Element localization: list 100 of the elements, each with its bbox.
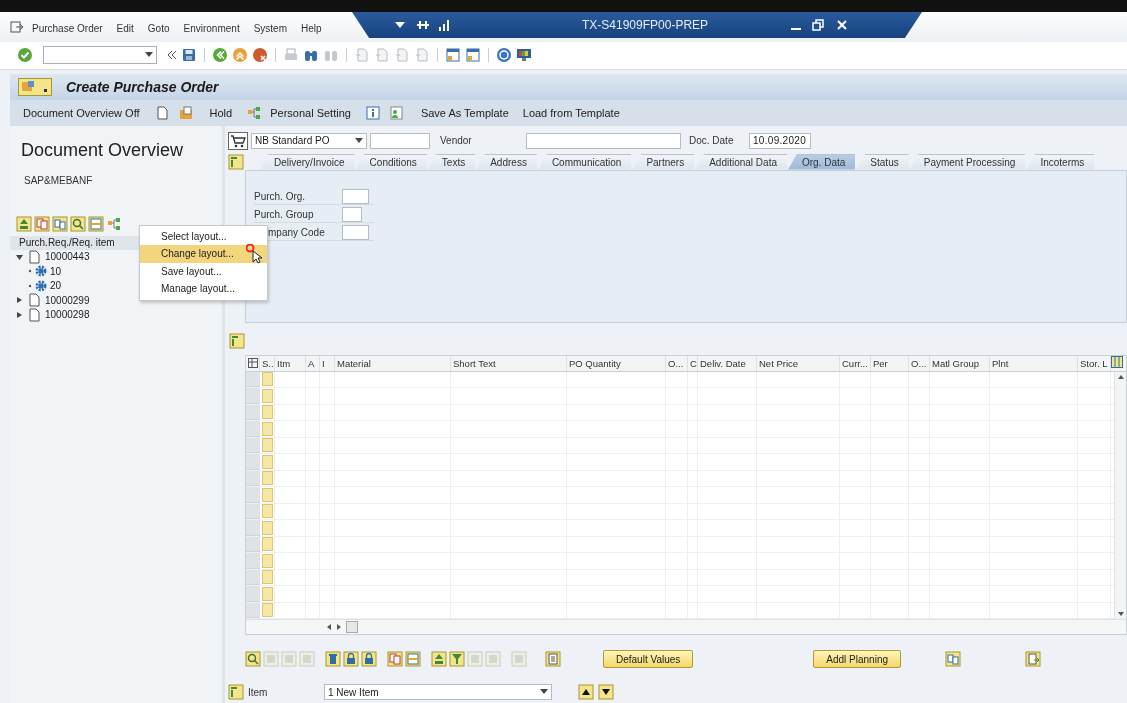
toolbar-button[interactable]: Hold	[209, 106, 233, 119]
scroll-left-icon[interactable]	[326, 623, 332, 631]
hierarchy-icon[interactable]	[246, 104, 263, 121]
tab[interactable]: Texts	[427, 153, 476, 170]
tree-node-label[interactable]: 10	[50, 265, 62, 277]
dropdown-icon[interactable]	[394, 19, 406, 30]
tab[interactable]: Delivery/Invoice	[260, 153, 355, 170]
column-header[interactable]: Purch.Req./Req. item	[10, 235, 140, 250]
tab[interactable]: Additional Data	[695, 153, 787, 170]
input-field[interactable]	[342, 188, 369, 204]
folder-icon[interactable]	[177, 104, 194, 121]
column-header[interactable]: O...	[666, 355, 688, 371]
trash-icon[interactable]	[325, 651, 341, 667]
cancel-icon[interactable]	[252, 47, 268, 64]
push-button[interactable]: Default Values	[603, 650, 694, 668]
menu-item[interactable]: Goto	[147, 19, 170, 35]
tab[interactable]: Org. Data	[788, 153, 856, 170]
menu-item[interactable]: Purchase Order	[32, 19, 103, 35]
table-cell[interactable]	[261, 603, 273, 618]
horizontal-scrollbar[interactable]	[246, 619, 1126, 634]
filter-icon[interactable]	[449, 651, 465, 667]
table-settings-icon[interactable]	[248, 358, 258, 368]
table-cell[interactable]	[261, 537, 273, 552]
column-header[interactable]: S..	[260, 355, 275, 371]
column-header[interactable]: Deliv. Date	[698, 355, 757, 371]
scroll-down-icon[interactable]	[1116, 611, 1125, 617]
menu-item[interactable]: Environment	[183, 19, 240, 35]
tree-node-label[interactable]: 10000443	[45, 251, 90, 263]
date-field[interactable]: 10.09.2020	[749, 132, 811, 149]
page-icon[interactable]	[414, 47, 430, 64]
copy-icon[interactable]	[387, 651, 403, 667]
page-icon[interactable]	[394, 47, 410, 64]
close-icon[interactable]	[836, 18, 848, 31]
caret-icon[interactable]	[145, 52, 153, 59]
table-cell[interactable]	[261, 487, 273, 502]
menu-item[interactable]: Edit	[116, 19, 134, 35]
table-cell[interactable]	[261, 405, 273, 420]
page-icon[interactable]	[354, 47, 370, 64]
save-icon[interactable]	[181, 47, 197, 64]
table-cell[interactable]	[261, 570, 273, 585]
caret-icon[interactable]	[540, 689, 548, 695]
tab[interactable]: Payment Processing	[909, 153, 1026, 170]
menu-item[interactable]: Select layout...	[140, 227, 267, 245]
table-cell[interactable]	[261, 454, 273, 469]
column-header[interactable]: Material	[335, 355, 451, 371]
order-number-field[interactable]	[370, 132, 430, 149]
list-icon[interactable]	[545, 651, 561, 667]
column-header[interactable]: O...	[909, 355, 930, 371]
scroll-right-icon[interactable]	[336, 623, 342, 631]
sort-icon[interactable]	[16, 215, 32, 232]
tab[interactable]: Conditions	[355, 153, 427, 170]
input-field[interactable]	[342, 224, 369, 240]
info-icon[interactable]	[364, 104, 381, 121]
tab[interactable]: Partners	[632, 153, 695, 170]
page-icon[interactable]	[374, 47, 390, 64]
zoom-icon[interactable]	[70, 215, 86, 232]
toolbar-button[interactable]: Document Overview Off	[23, 106, 140, 119]
input-field[interactable]	[342, 206, 362, 222]
lock-icon[interactable]	[361, 651, 377, 667]
menu-item[interactable]: Save layout...	[140, 262, 267, 280]
tab[interactable]: Communication	[537, 153, 632, 170]
caret-icon[interactable]	[355, 137, 363, 144]
check-icon[interactable]	[17, 47, 33, 64]
cart-icon[interactable]	[228, 131, 248, 150]
push-button[interactable]: Addl Planning	[813, 650, 901, 668]
window-icon[interactable]	[465, 47, 481, 64]
link-icon[interactable]	[945, 651, 961, 667]
layout-icon[interactable]	[1111, 355, 1123, 368]
double-chevron-icon[interactable]	[167, 50, 177, 61]
menu-item[interactable]: Help	[301, 19, 322, 35]
tree-node-label[interactable]: 20	[50, 280, 62, 292]
menu-item[interactable]: Manage layout...	[140, 280, 267, 298]
column-header[interactable]: Matl Group	[930, 355, 990, 371]
link-icon[interactable]	[52, 215, 68, 232]
hierarchy-icon[interactable]	[106, 215, 122, 232]
column-header[interactable]: Net Price	[757, 355, 840, 371]
table-cell[interactable]	[261, 504, 273, 519]
back-icon[interactable]	[212, 47, 228, 64]
table-cell[interactable]	[261, 471, 273, 486]
command-field[interactable]	[43, 46, 157, 65]
export-icon[interactable]	[1025, 651, 1041, 667]
tab[interactable]: Status	[856, 153, 909, 170]
table-icon[interactable]	[405, 651, 421, 667]
tree-node-label[interactable]: 10000299	[45, 294, 90, 306]
copy-icon[interactable]	[34, 215, 50, 232]
column-header[interactable]: Itm	[275, 355, 306, 371]
panel-icon[interactable]	[228, 684, 244, 700]
toolbar-button[interactable]: Save As Template	[420, 106, 509, 119]
column-header[interactable]: C	[688, 355, 698, 371]
table-cell[interactable]	[261, 421, 273, 436]
help-icon[interactable]	[496, 47, 512, 64]
order-type-dropdown[interactable]: NB Standard PO	[251, 132, 367, 149]
table-cell[interactable]	[261, 372, 273, 387]
column-header[interactable]: Short Text	[451, 355, 567, 371]
table-cell[interactable]	[261, 438, 273, 453]
toolbar-button[interactable]: Load from Template	[522, 106, 620, 119]
vendor-field[interactable]	[526, 132, 681, 149]
panel-icon[interactable]	[228, 153, 244, 170]
tab[interactable]: Address	[476, 153, 537, 170]
toolbar-button[interactable]: Personal Setting	[270, 106, 351, 119]
